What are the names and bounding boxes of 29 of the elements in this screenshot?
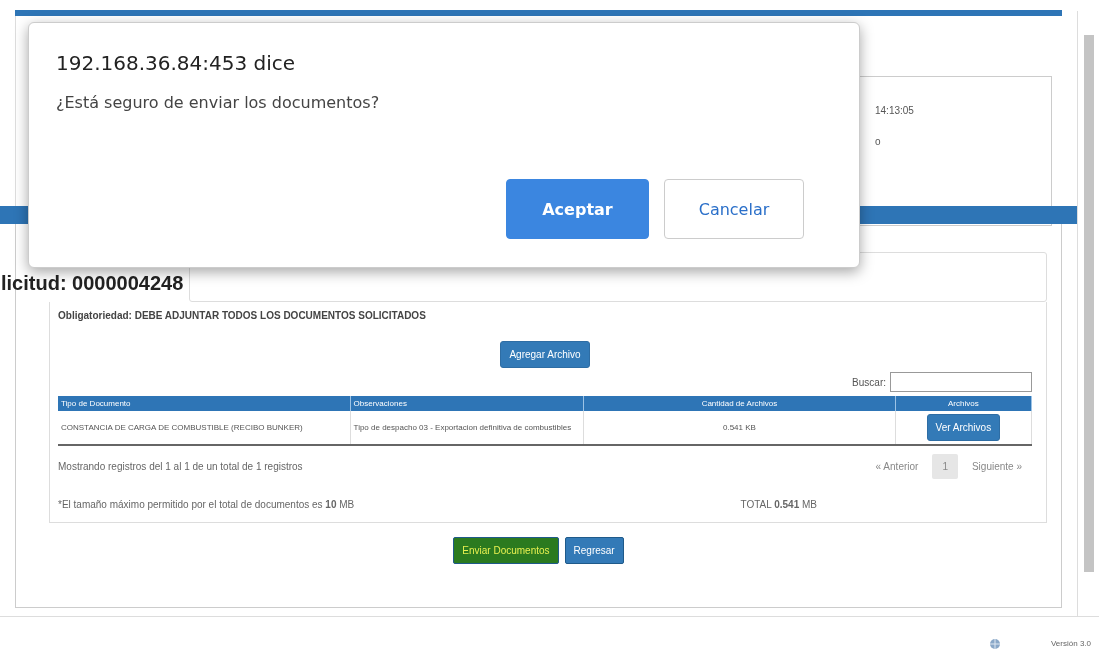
total-text: TOTAL 0.541 MB — [740, 499, 817, 510]
add-file-button[interactable]: Agregar Archivo — [500, 341, 590, 368]
version-text: Versión 3.0 — [1050, 639, 1091, 648]
table-cell: 0.541 KB — [583, 411, 896, 445]
view-files-button[interactable]: Ver Archivos — [926, 414, 1001, 441]
column-header[interactable]: Tipo de Documento — [58, 396, 351, 411]
column-header[interactable]: Archivos — [895, 396, 1032, 411]
accept-button[interactable]: Aceptar — [506, 179, 649, 239]
dialog-message: ¿Está seguro de enviar los documentos? — [56, 93, 381, 112]
info-text: o — [875, 136, 881, 147]
pagination-link[interactable]: 1 — [932, 454, 958, 479]
search-label: Buscar: — [852, 376, 886, 388]
search-field[interactable] — [890, 372, 1032, 392]
info-text: 14:13:05 — [875, 105, 914, 116]
globe-icon — [988, 637, 1001, 650]
column-header[interactable]: Observaciones — [350, 396, 584, 411]
request-heading: licitud: 0000004248 — [1, 272, 185, 295]
cancel-button[interactable]: Cancelar — [664, 179, 804, 239]
pagination-link[interactable]: Siguiente » — [961, 454, 1032, 479]
table-info: Mostrando registros del 1 al 1 de un total de 1 registros — [58, 461, 303, 472]
column-header[interactable]: Cantidad de Archivos — [583, 396, 896, 411]
requirement-text: Obligatoriedad: DEBE ADJUNTAR TODOS LOS DOCUMENTOS SOLICITADOS — [58, 310, 427, 321]
pagination-link[interactable]: « Anterior — [865, 454, 929, 479]
table-cell: Tipo de despacho 03 - Exportacion definitiva de combustibles — [350, 411, 584, 445]
dialog-title: 192.168.36.84:453 dice — [56, 51, 297, 75]
table-cell: CONSTANCIA DE CARGA DE COMBUSTIBLE (RECIBO BUNKER) — [58, 411, 351, 445]
size-note: *El tamaño máximo permitido por el total de documentos es 10 MB — [58, 499, 355, 510]
back-button[interactable]: Regresar — [564, 537, 624, 564]
send-button[interactable]: Enviar Documentos — [453, 537, 559, 564]
